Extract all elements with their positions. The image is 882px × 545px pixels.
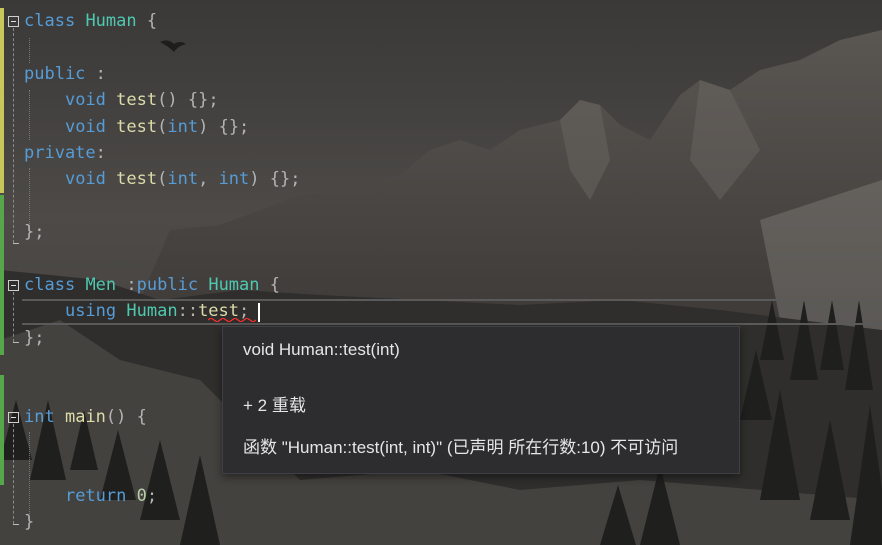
error-squiggle bbox=[208, 318, 256, 322]
type-human: Human bbox=[208, 275, 260, 295]
tooltip-overloads: + 2 重载 bbox=[243, 396, 306, 415]
colon: : bbox=[85, 64, 106, 84]
quick-info-tooltip: void Human::test(int) + 2 重载 函数 "Human::… bbox=[222, 326, 740, 474]
keyword-void: void bbox=[64, 169, 106, 189]
function-test: test bbox=[116, 117, 158, 137]
keyword-void: void bbox=[64, 90, 106, 110]
fold-guide-end bbox=[13, 342, 19, 343]
scope-operator: :: bbox=[177, 301, 199, 321]
colon: : bbox=[95, 143, 106, 163]
code-line-main[interactable]: int main() { bbox=[24, 404, 147, 430]
empty-body: {}; bbox=[187, 90, 219, 110]
collapse-toggle-men[interactable] bbox=[8, 280, 19, 291]
brace: { bbox=[269, 275, 281, 295]
code-line-private[interactable]: private: bbox=[24, 140, 106, 166]
keyword-using: using bbox=[64, 301, 117, 321]
paren: ( bbox=[157, 169, 168, 189]
code-line-class-men[interactable]: class Men :public Human { bbox=[24, 272, 280, 298]
fold-guide-end bbox=[13, 243, 19, 244]
change-margin-modified bbox=[0, 8, 4, 193]
collapse-toggle-main[interactable] bbox=[8, 412, 19, 423]
parens: () bbox=[105, 407, 127, 427]
type-human: Human bbox=[126, 301, 178, 321]
text-cursor bbox=[258, 303, 260, 322]
code-line-test-int[interactable]: void test(int) {}; bbox=[24, 114, 249, 140]
function-test: test bbox=[116, 169, 158, 189]
code-line-test-void[interactable]: void test() {}; bbox=[24, 87, 219, 113]
paren: ( bbox=[157, 117, 168, 137]
keyword-int: int bbox=[218, 169, 250, 189]
fold-guide bbox=[13, 292, 15, 342]
colon: : bbox=[126, 275, 137, 295]
keyword-public: public bbox=[24, 64, 86, 84]
brace-close: }; bbox=[24, 222, 45, 242]
semicolon: ; bbox=[146, 486, 158, 506]
keyword-public: public bbox=[136, 275, 199, 295]
parens: () bbox=[157, 90, 178, 110]
fold-guide bbox=[13, 28, 15, 243]
code-line-test-int-int[interactable]: void test(int, int) {}; bbox=[24, 166, 301, 192]
brace-close: }; bbox=[24, 328, 45, 348]
tooltip-signature: void Human::test(int) bbox=[243, 340, 400, 359]
keyword-void: void bbox=[64, 117, 106, 137]
keyword-class: class bbox=[24, 11, 76, 31]
keyword-int: int bbox=[24, 407, 55, 427]
code-line-men-end[interactable]: }; bbox=[24, 325, 44, 351]
collapse-toggle-human[interactable] bbox=[8, 16, 19, 27]
paren: ) bbox=[198, 117, 209, 137]
keyword-int: int bbox=[167, 169, 199, 189]
function-test: test bbox=[116, 90, 158, 110]
keyword-class: class bbox=[24, 275, 76, 295]
fold-guide-end bbox=[13, 524, 19, 525]
tooltip-error-message: 函数 "Human::test(int, int)" (已声明 所在行数:10)… bbox=[243, 438, 679, 457]
brace-close: } bbox=[24, 512, 35, 532]
code-line-1[interactable]: class Human { bbox=[24, 8, 157, 34]
function-main: main bbox=[64, 407, 106, 427]
change-margin-saved bbox=[0, 195, 4, 355]
change-margin-saved-2 bbox=[0, 375, 4, 485]
paren: ) bbox=[249, 169, 260, 189]
fold-guide bbox=[13, 424, 15, 524]
keyword-int: int bbox=[167, 117, 199, 137]
code-line-return[interactable]: return 0; bbox=[24, 483, 157, 509]
empty-body: {}; bbox=[269, 169, 301, 189]
keyword-return: return bbox=[64, 486, 127, 506]
comma: , bbox=[198, 169, 219, 189]
type-men: Men bbox=[85, 275, 117, 295]
empty-body: {}; bbox=[218, 117, 250, 137]
type-human: Human bbox=[85, 11, 137, 31]
indent-guide bbox=[29, 38, 30, 63]
code-line-public[interactable]: public : bbox=[24, 61, 106, 87]
brace: { bbox=[146, 11, 158, 31]
code-line-main-end[interactable]: } bbox=[24, 509, 34, 535]
code-line-class-end[interactable]: }; bbox=[24, 219, 44, 245]
number-literal: 0 bbox=[136, 486, 147, 506]
brace: { bbox=[136, 407, 147, 427]
keyword-private: private bbox=[24, 143, 96, 163]
